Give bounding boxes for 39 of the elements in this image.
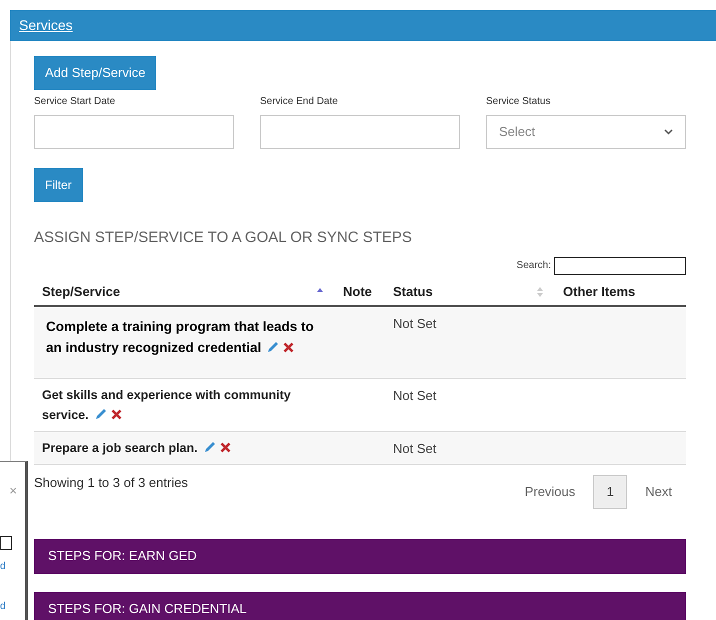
delete-icon[interactable] — [110, 408, 122, 420]
input-field[interactable] — [0, 536, 12, 550]
field-label: Service Start Date — [34, 95, 116, 109]
delete-icon[interactable] — [220, 442, 231, 452]
page-button[interactable]: 1 — [593, 474, 628, 508]
pencil-icon[interactable] — [204, 440, 216, 452]
table-cell-text: Not Set — [392, 314, 438, 332]
date-field[interactable] — [260, 115, 460, 149]
section-title: ASSIGN STEP/SERVICE TO A GOAL OR SYNC STEPS — [34, 228, 413, 248]
filter-button[interactable]: Filter — [34, 168, 83, 202]
column-header[interactable]: Other Items — [555, 282, 686, 302]
link[interactable]: d — [0, 562, 6, 572]
pencil-icon[interactable] — [94, 408, 107, 420]
chevron-down-icon — [664, 129, 673, 135]
field-label: Service End Date — [260, 95, 339, 109]
search-label: Search: — [516, 259, 551, 273]
services-link[interactable]: Services — [19, 15, 73, 36]
table-cell-text: Complete a training program that leads to an industry recognized credential — [45, 318, 315, 357]
entries-info: Showing 1 to 3 of 3 entries — [34, 474, 188, 492]
goal-panel[interactable]: STEPS FOR: GAIN CREDENTIAL — [34, 592, 686, 620]
column-header[interactable]: Note — [335, 282, 385, 302]
pencil-icon[interactable] — [267, 340, 280, 352]
column-header[interactable]: Status — [385, 282, 555, 302]
page-button[interactable]: Previous — [510, 474, 590, 508]
page-button[interactable]: Next — [631, 474, 686, 508]
date-field[interactable] — [34, 115, 234, 149]
status-select[interactable]: Select — [486, 115, 686, 149]
search-field[interactable] — [554, 256, 686, 274]
delete-icon[interactable] — [283, 342, 294, 352]
table-cell: Prepare a job search plan. — [34, 432, 335, 464]
goal-panel[interactable]: STEPS FOR: EARN GED — [34, 538, 686, 574]
table-cell-text: Get skills and experience with community service. — [41, 386, 292, 424]
column-header[interactable]: Step/Service — [34, 282, 335, 302]
add-step-button[interactable]: Add Step/Service — [34, 56, 156, 90]
table-cell-text: Not Set — [392, 440, 438, 458]
close-button[interactable]: × — [9, 484, 17, 497]
field-label: Service Status — [486, 95, 552, 109]
table-cell-text: Not Set — [392, 386, 438, 404]
link[interactable]: d — [0, 602, 6, 612]
